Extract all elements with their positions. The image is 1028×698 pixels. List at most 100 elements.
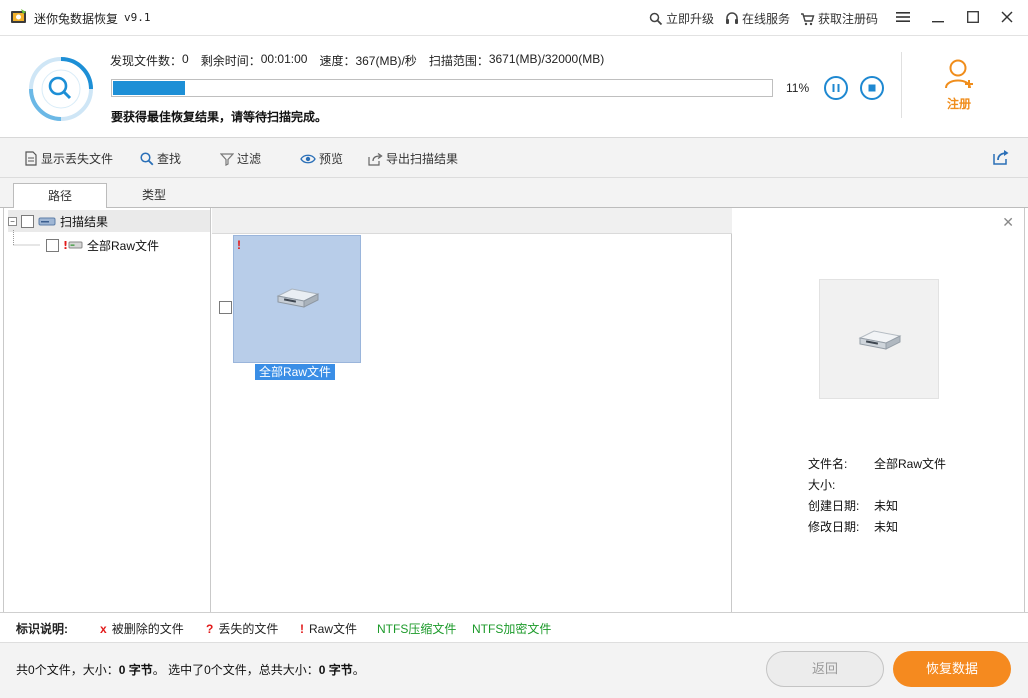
file-grid: ! 全部Raw文件: [212, 208, 732, 612]
headset-icon: [726, 11, 738, 24]
close-details-icon[interactable]: ✕: [1002, 214, 1014, 231]
view-tabs: 路径 类型: [0, 178, 1028, 209]
maximize-icon: [967, 11, 979, 23]
file-list-icon: [25, 151, 37, 166]
export-results-label: 导出扫描结果: [386, 152, 459, 166]
scan-hint: 要获得最佳恢复结果，请等待扫描完成。: [111, 110, 328, 124]
modified-label: 修改日期:: [808, 520, 860, 534]
minimize-icon: [932, 21, 944, 23]
directory-tree: − 扫描结果 ! 全部Raw文件: [3, 208, 211, 612]
tree-checkbox-root[interactable]: [21, 214, 34, 228]
file-name-value: 全部Raw文件: [874, 457, 947, 471]
preview-button[interactable]: 预览: [300, 150, 343, 167]
register-button[interactable]: 注册: [936, 58, 982, 112]
thumbnail-label[interactable]: 全部Raw文件: [255, 364, 336, 380]
range-value: 3671(MB)/32000(MB): [488, 52, 605, 66]
upgrade-link[interactable]: 立即升级: [649, 10, 714, 27]
recover-data-button[interactable]: 恢复数据: [893, 651, 1011, 687]
menu-button[interactable]: [891, 6, 915, 28]
show-lost-files-button[interactable]: 显示丢失文件: [24, 150, 113, 167]
export-icon: [368, 152, 383, 166]
found-label: 发现文件数：: [110, 54, 183, 68]
legend-lost-label: 丢失的文件: [218, 622, 279, 636]
size-label: 大小:: [808, 478, 836, 492]
scanning-magnifier-icon: [29, 57, 93, 121]
speed-value: 367(MB)/秒: [355, 54, 417, 68]
scan-panel: 发现文件数： 0 剩余时间： 00:01:00 速度： 367(MB)/秒 扫描…: [0, 36, 1028, 138]
found-value: 0: [182, 52, 189, 66]
filter-icon: [220, 152, 234, 166]
minimize-button[interactable]: [926, 6, 950, 28]
close-button[interactable]: [995, 6, 1019, 28]
range-label: 扫描范围：: [428, 54, 489, 68]
get-code-label: 获取注册码: [818, 12, 879, 26]
speed-label: 速度：: [319, 54, 356, 68]
remain-value: 00:01:00: [260, 52, 308, 66]
thumbnail-all-raw-files[interactable]: !: [233, 235, 361, 363]
share-icon: [993, 150, 1009, 165]
app-version: v9.1: [124, 11, 151, 24]
raw-mark: !: [300, 622, 304, 636]
stop-icon: [868, 84, 876, 92]
preview-label: 预览: [319, 152, 344, 166]
tree-node-scan-results[interactable]: − 扫描结果: [8, 210, 210, 232]
tree-child-label: 全部Raw文件: [87, 238, 160, 253]
info-modified: 修改日期: 未知: [808, 518, 898, 535]
legend-title: 标识说明:: [16, 622, 68, 636]
legend-lost: ? 丢失的文件: [206, 620, 278, 637]
legend-deleted: x 被删除的文件: [100, 620, 184, 637]
toolbar: 显示丢失文件 查找 过滤 预览 导出扫描结果: [0, 138, 1028, 178]
stop-button[interactable]: [860, 76, 884, 100]
tree-connector-lines: [13, 230, 40, 246]
raw-drive-icon: !: [63, 239, 83, 252]
tree-checkbox-raw[interactable]: [46, 238, 59, 252]
panel-divider: [901, 52, 902, 118]
tab-path[interactable]: 路径: [13, 183, 107, 209]
cart-icon: [801, 12, 815, 25]
scan-stats: 发现文件数： 0 剩余时间： 00:01:00 速度： 367(MB)/秒 扫描…: [110, 52, 604, 69]
status-total-size: 0 字节: [118, 663, 153, 677]
find-label: 查找: [157, 152, 182, 166]
find-button[interactable]: 查找: [140, 150, 181, 167]
close-icon: [1001, 11, 1013, 23]
get-code-link[interactable]: 获取注册码: [800, 10, 878, 27]
deleted-mark: x: [100, 622, 107, 636]
online-service-label: 在线服务: [742, 12, 791, 26]
legend-raw: ! Raw文件: [300, 620, 357, 637]
details-panel: ✕ 文件名: 全部Raw文件 大小: 创建日期: 未知 修改日期: 未知: [733, 208, 1025, 612]
thumbnail-checkbox[interactable]: [219, 301, 232, 314]
legend-ntfs-compressed: NTFS压缩文件: [377, 622, 457, 636]
legend-deleted-label: 被删除的文件: [111, 622, 184, 636]
eye-icon: [300, 154, 316, 163]
tab-type[interactable]: 类型: [107, 183, 201, 209]
status-sel-prefix: 。 选中了: [152, 663, 205, 677]
back-button[interactable]: 返回: [766, 651, 884, 687]
upgrade-label: 立即升级: [666, 12, 715, 26]
status-total-count: 0: [28, 663, 35, 677]
hamburger-icon: [896, 12, 910, 22]
collapse-toggle[interactable]: −: [8, 216, 17, 226]
tree-node-all-raw-files[interactable]: ! 全部Raw文件: [46, 234, 159, 256]
created-value: 未知: [874, 499, 899, 513]
online-service-link[interactable]: 在线服务: [725, 10, 790, 27]
created-label: 创建日期:: [808, 499, 860, 513]
pause-button[interactable]: [824, 76, 848, 100]
legend-bar: 标识说明: x 被删除的文件 ? 丢失的文件 ! Raw文件 NTFS压缩文件 NTF…: [0, 612, 1028, 642]
hard-drive-icon: [276, 288, 320, 308]
export-results-button[interactable]: 导出扫描结果: [368, 150, 458, 167]
status-suffix: 。: [352, 663, 365, 677]
preview-image: [819, 279, 939, 399]
maximize-button[interactable]: [961, 6, 985, 28]
tree-root-label: 扫描结果: [60, 214, 109, 229]
info-file-name: 文件名: 全部Raw文件: [808, 455, 946, 472]
file-name-label: 文件名:: [808, 457, 848, 471]
scan-progress-fill: [113, 81, 185, 95]
share-button[interactable]: [993, 149, 1010, 168]
raw-flag: !: [237, 238, 241, 252]
info-size: 大小:: [808, 476, 874, 493]
filter-button[interactable]: 过滤: [220, 150, 261, 167]
status-total-mid: 个文件，大小：: [34, 663, 119, 677]
pause-icon: [832, 84, 840, 92]
status-sel-count: 0: [204, 663, 211, 677]
progress-percent: 11%: [786, 81, 810, 95]
